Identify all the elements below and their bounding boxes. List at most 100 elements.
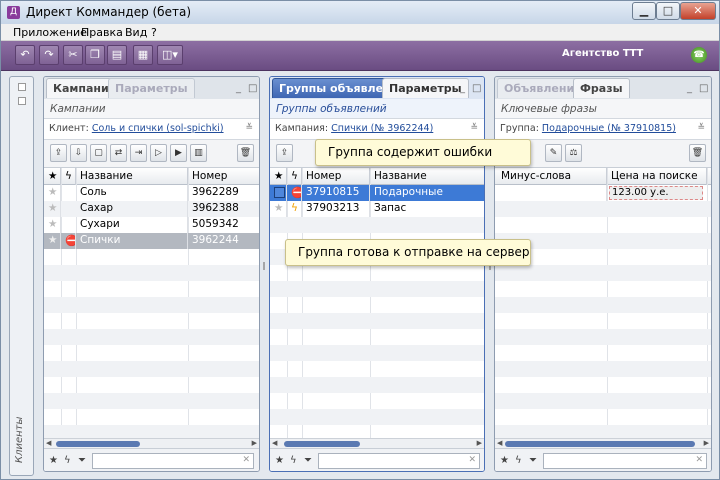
app-window: Д Директ Коммандер (бета) ▁ □ ✕ Приложен… [0, 0, 720, 480]
table-row[interactable]: ★ Соль 3962289 [44, 185, 259, 201]
paste-icon[interactable]: ▤ [107, 45, 127, 65]
tab-group-params[interactable]: Параметры [382, 78, 469, 98]
run-icon[interactable]: ▶ [170, 144, 187, 162]
move-icon[interactable]: ▷ [150, 144, 167, 162]
search-input[interactable]: ✕ [543, 453, 707, 469]
sidebar-label: Клиенты [14, 416, 25, 463]
copy-campaign-icon[interactable]: ⇄ [110, 144, 127, 162]
chevron-down-icon[interactable]: ≚ [470, 123, 478, 133]
splitter-handle[interactable]: ‖ [262, 261, 266, 275]
star-filter-icon[interactable]: ★ [275, 455, 284, 466]
sidebar-restore-icon[interactable] [18, 83, 26, 91]
columns-icon[interactable]: ◫▾ [157, 45, 183, 65]
delete-icon[interactable]: 🗑 [237, 144, 254, 162]
chevron-down-icon[interactable]: ≚ [245, 123, 253, 133]
funnel-icon[interactable]: ⏷ [78, 455, 86, 466]
star-icon[interactable]: ★ [44, 201, 61, 217]
delete-icon[interactable]: 🗑 [689, 144, 706, 162]
upload-icon[interactable]: ⇪ [50, 144, 67, 162]
column-number[interactable]: Номер [302, 168, 370, 185]
copy-icon[interactable]: ❐ [85, 45, 105, 65]
table-icon[interactable]: ▦ [133, 45, 153, 65]
panel-maximize-icon[interactable]: □ [472, 83, 481, 94]
menu-item-view[interactable]: Вид [125, 26, 147, 39]
undo-icon[interactable]: ↶ [15, 45, 35, 65]
agency-name: Агентство ТТТ [562, 48, 644, 59]
scroll-thumb[interactable] [56, 441, 140, 447]
group-link[interactable]: Подарочные (№ 37910815) [542, 123, 676, 134]
menu-item-help[interactable]: ? [151, 26, 157, 39]
star-filter-icon[interactable]: ★ [500, 455, 509, 466]
flash-column-icon[interactable]: ϟ [287, 168, 302, 185]
cut-icon[interactable]: ✂ [63, 45, 83, 65]
horizontal-scrollbar[interactable]: ◀ ▶ [270, 438, 484, 448]
scroll-thumb[interactable] [284, 441, 360, 447]
funnel-icon[interactable]: ⏷ [304, 455, 312, 466]
app-icon: Д [7, 6, 20, 19]
download-icon[interactable]: ⇩ [70, 144, 87, 162]
client-link[interactable]: Соль и спички (sol-spichki) [92, 123, 224, 134]
menu-item-app[interactable]: Приложение [13, 26, 87, 39]
star-icon[interactable]: ★ [44, 217, 61, 233]
column-minus-words[interactable]: Минус-слова [495, 168, 607, 185]
campaign-link[interactable]: Спички (№ 3962244) [331, 123, 433, 134]
column-number[interactable]: Номер [188, 168, 259, 185]
flash-filter-icon[interactable]: ϟ [515, 455, 522, 466]
table-row[interactable]: ★ Сухари 5059342 [44, 217, 259, 233]
star-icon[interactable]: ★ [44, 185, 61, 201]
table-row[interactable]: ★ ⛔ Спички 3962244 [44, 233, 259, 249]
group-name: Подарочные [370, 185, 484, 201]
table-row[interactable]: ★ ϟ 37903213 Запас [270, 201, 484, 217]
search-price-cell[interactable]: 123.00 у.е. [609, 186, 703, 200]
star-icon[interactable]: ★ [270, 201, 287, 217]
tab-campaign-params[interactable]: Параметры [108, 78, 195, 98]
column-name[interactable]: Название [76, 168, 188, 185]
error-tooltip: Группа содержит ошибки [315, 139, 531, 166]
star-icon[interactable]: ★ [44, 233, 61, 249]
chevron-down-icon[interactable]: ≚ [697, 123, 705, 133]
search-input[interactable]: ✕ [92, 453, 254, 469]
minus-words-cell[interactable] [495, 185, 607, 201]
panel-minimize-icon[interactable]: _ [236, 83, 241, 94]
horizontal-scrollbar[interactable]: ◀ ▶ [495, 438, 711, 448]
connection-status-icon[interactable]: ☎ [691, 47, 707, 63]
menu-item-edit[interactable]: Правка [81, 26, 123, 39]
clear-icon[interactable]: ✕ [242, 455, 250, 465]
scroll-thumb[interactable] [505, 441, 695, 447]
clear-icon[interactable]: ✕ [695, 455, 703, 465]
export-icon[interactable]: ⇥ [130, 144, 147, 162]
column-search-price[interactable]: Цена на поиске [607, 168, 707, 185]
column-name[interactable]: Название [370, 168, 484, 185]
sidebar-minimize-icon[interactable] [18, 97, 26, 105]
minimize-button[interactable]: ▁ [632, 2, 656, 20]
table-row[interactable]: 123.00 у.е. [495, 185, 711, 201]
flash-filter-icon[interactable]: ϟ [290, 455, 297, 466]
table-row[interactable]: ★ Сахар 3962388 [44, 201, 259, 217]
flash-column-icon[interactable]: ϟ [61, 168, 76, 185]
checkbox[interactable] [270, 185, 287, 201]
bid-icon[interactable]: ⚖ [565, 144, 582, 162]
tab-phrases[interactable]: Фразы [573, 78, 630, 98]
star-column-icon[interactable]: ★ [270, 168, 287, 185]
flash-filter-icon[interactable]: ϟ [64, 455, 71, 466]
new-doc-icon[interactable]: ▢ [90, 144, 107, 162]
maximize-button[interactable]: □ [656, 2, 680, 20]
star-filter-icon[interactable]: ★ [49, 455, 58, 466]
clients-sidebar[interactable]: Клиенты [9, 76, 34, 476]
redo-icon[interactable]: ↷ [39, 45, 59, 65]
panel-minimize-icon[interactable]: _ [687, 83, 692, 94]
horizontal-scrollbar[interactable]: ◀ ▶ [44, 438, 259, 448]
clear-icon[interactable]: ✕ [468, 455, 476, 465]
upload-icon[interactable]: ⇪ [276, 144, 293, 162]
panel-maximize-icon[interactable]: □ [699, 83, 708, 94]
panel-maximize-icon[interactable]: □ [248, 83, 257, 94]
search-input[interactable]: ✕ [318, 453, 480, 469]
table-row[interactable]: ⛔ 37910815 Подарочные [270, 185, 484, 201]
panel-minimize-icon[interactable]: _ [460, 83, 465, 94]
edit-icon[interactable]: ✎ [545, 144, 562, 162]
funnel-icon[interactable]: ⏷ [529, 455, 537, 466]
groups-subtitle: Группы объявлений [270, 99, 484, 119]
stats-icon[interactable]: ▥ [190, 144, 207, 162]
star-column-icon[interactable]: ★ [44, 168, 61, 185]
close-button[interactable]: ✕ [680, 2, 716, 20]
